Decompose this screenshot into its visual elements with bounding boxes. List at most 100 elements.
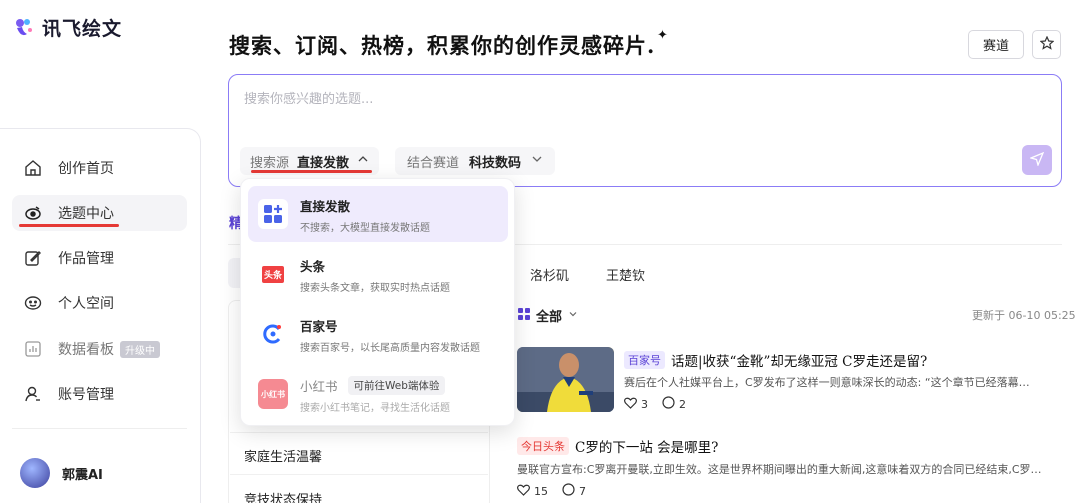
dropdown-item-title: 头条 [300,256,325,275]
source-tag: 百家号 [624,351,665,369]
comment-count-value: 2 [679,397,686,411]
dropdown-item-title: 直接发散 [300,196,350,215]
track-button[interactable]: 赛道 [968,30,1024,59]
comment-count-value: 7 [579,484,586,498]
search-input[interactable] [244,89,1024,109]
dropdown-item-desc: 不搜索，大模型直接发散话题 [300,223,430,234]
person-tab[interactable]: 王楚钦 [606,265,645,284]
track-select[interactable]: 结合赛道 科技数码 [395,147,556,175]
filter-all[interactable]: 全部 [518,306,578,325]
annotation-underline [19,224,119,227]
person-tab[interactable]: 洛杉矶 [530,265,569,284]
track-select-label: 结合赛道 [407,155,460,171]
page-headline: 搜索、订阅、热榜，积累你的创作灵感碎片. [229,33,656,58]
sidebar-item-label: 选题中心 [58,206,114,222]
comment-icon [562,483,575,499]
annotation-underline [251,170,372,173]
like-count[interactable]: 3 [624,397,648,412]
news-thumbnail [517,347,614,412]
news-title[interactable]: 话题|收获“金靴”却无缘亚冠 C罗走还是留? [671,350,927,370]
news-meta: 15 7 [517,483,586,499]
like-count-value: 15 [534,484,548,498]
like-count-value: 3 [641,397,648,411]
news-item[interactable]: 今日头条 C罗的下一站 会是哪里? 曼联官方宣布:C罗离开曼联,立即生效。这是世… [517,436,1062,502]
list-divider [230,474,488,475]
star-icon [1039,35,1054,54]
track-select-value: 科技数码 [469,155,522,171]
dropdown-item-label: 小红书 [300,379,338,394]
sidebar-item-dashboard[interactable]: 数据看板 升级中 [12,331,187,367]
user-icon [24,385,42,403]
sidebar-item-label: 数据看板 [58,342,114,358]
grid-icon [518,307,530,324]
dropdown-item-title: 百家号 [300,316,338,335]
comment-icon [662,396,675,412]
toutiao-icon-text: 头条 [261,265,284,283]
xiaohongshu-icon: 小红书 [258,379,288,409]
dropdown-item-baijiahao[interactable]: 百家号 搜索百家号，以长尾高质量内容发散话题 [248,306,508,362]
edit-icon [24,249,42,267]
comment-count[interactable]: 2 [662,396,686,412]
upgrade-badge: 升级中 [120,340,160,358]
dropdown-item-label: 头条 [300,259,326,274]
smile-icon [24,294,42,312]
dropdown-item-desc: 搜索小红书笔记，寻找生活化话题 [300,403,450,414]
logo-icon [12,16,36,40]
chevron-down-icon [568,308,578,323]
avatar [20,458,50,488]
send-icon [1029,151,1045,170]
list-item[interactable]: 竞技状态保持 [244,489,322,503]
xiaohongshu-icon-text: 小红书 [261,389,285,399]
updated-time: 更新于 06-10 05:25 [972,309,1076,322]
dropdown-item-desc: 搜索头条文章，获取实时热点话题 [300,283,450,294]
grid-plus-icon [258,199,288,229]
heart-icon [624,397,637,412]
user-name: 郭震AI [62,467,103,483]
sidebar-item-home[interactable]: 创作首页 [12,150,187,186]
news-title-row: 今日头条 C罗的下一站 会是哪里? [517,436,718,456]
filter-label: 全部 [536,310,563,325]
user-profile[interactable]: 郭震AI [20,458,103,488]
search-source-value: 直接发散 [297,155,350,171]
sidebar-item-works[interactable]: 作品管理 [12,240,187,276]
news-title[interactable]: C罗的下一站 会是哪里? [575,436,718,456]
toutiao-icon: 头条 [258,259,288,289]
news-description: 赛后在个人社媒平台上，C罗发布了这样一则意味深长的动态: “这个章节已经落幕… [624,376,1030,389]
logo-text: 讯飞绘文 [42,18,123,40]
sparkle-icon: ✦ [657,28,668,43]
dropdown-item-toutiao[interactable]: 头条 头条 搜索头条文章，获取实时热点话题 [248,246,508,302]
dropdown-item-desc: 搜索百家号，以长尾高质量内容发散话题 [300,343,480,354]
sidebar-item-label: 账号管理 [58,387,114,403]
news-description: 曼联官方宣布:C罗离开曼联,立即生效。这是世界杯期间曝出的重大新闻,这意味着双方… [517,463,1042,476]
dropdown-item-title: 小红书 可前往Web端体验 [300,376,446,395]
news-title-row: 百家号 话题|收获“金靴”却无缘亚冠 C罗走还是留? [624,350,927,370]
source-tag: 今日头条 [517,437,569,455]
dropdown-item-xiaohongshu[interactable]: 小红书 小红书 可前往Web端体验 搜索小红书笔记，寻找生活化话题 [248,366,508,422]
news-item[interactable]: 百家号 话题|收获“金靴”却无缘亚冠 C罗走还是留? 赛后在个人社媒平台上，C罗… [517,347,1062,417]
chart-icon [24,340,42,358]
baijiahao-icon [258,319,288,349]
app-logo[interactable]: 讯飞绘文 [12,14,122,41]
comment-count[interactable]: 7 [562,483,586,499]
dropdown-item-direct[interactable]: 直接发散 不搜索，大模型直接发散话题 [248,186,508,242]
chevron-up-icon [357,153,369,169]
search-source-label: 搜索源 [250,155,290,171]
sidebar-item-personal-space[interactable]: 个人空间 [12,285,187,321]
search-source-dropdown: 直接发散 不搜索，大模型直接发散话题 头条 头条 搜索头条文章，获取实时热点话题… [240,178,515,426]
sidebar-divider [12,428,187,429]
web-experience-tag[interactable]: 可前往Web端体验 [347,376,446,395]
favorite-button[interactable] [1032,30,1061,59]
like-count[interactable]: 15 [517,484,548,499]
dropdown-item-label: 直接发散 [300,199,351,214]
home-icon [24,159,42,177]
heart-icon [517,484,530,499]
dropdown-item-label: 百家号 [300,319,338,334]
chevron-down-icon [531,153,543,169]
list-item[interactable]: 家庭生活温馨 [244,446,322,465]
sidebar-item-label: 个人空间 [58,296,114,312]
topic-center-icon [24,204,42,222]
sidebar-item-account[interactable]: 账号管理 [12,376,187,412]
sidebar-item-label: 创作首页 [58,161,114,177]
send-button[interactable] [1022,145,1052,175]
sidebar-item-label: 作品管理 [58,251,114,267]
